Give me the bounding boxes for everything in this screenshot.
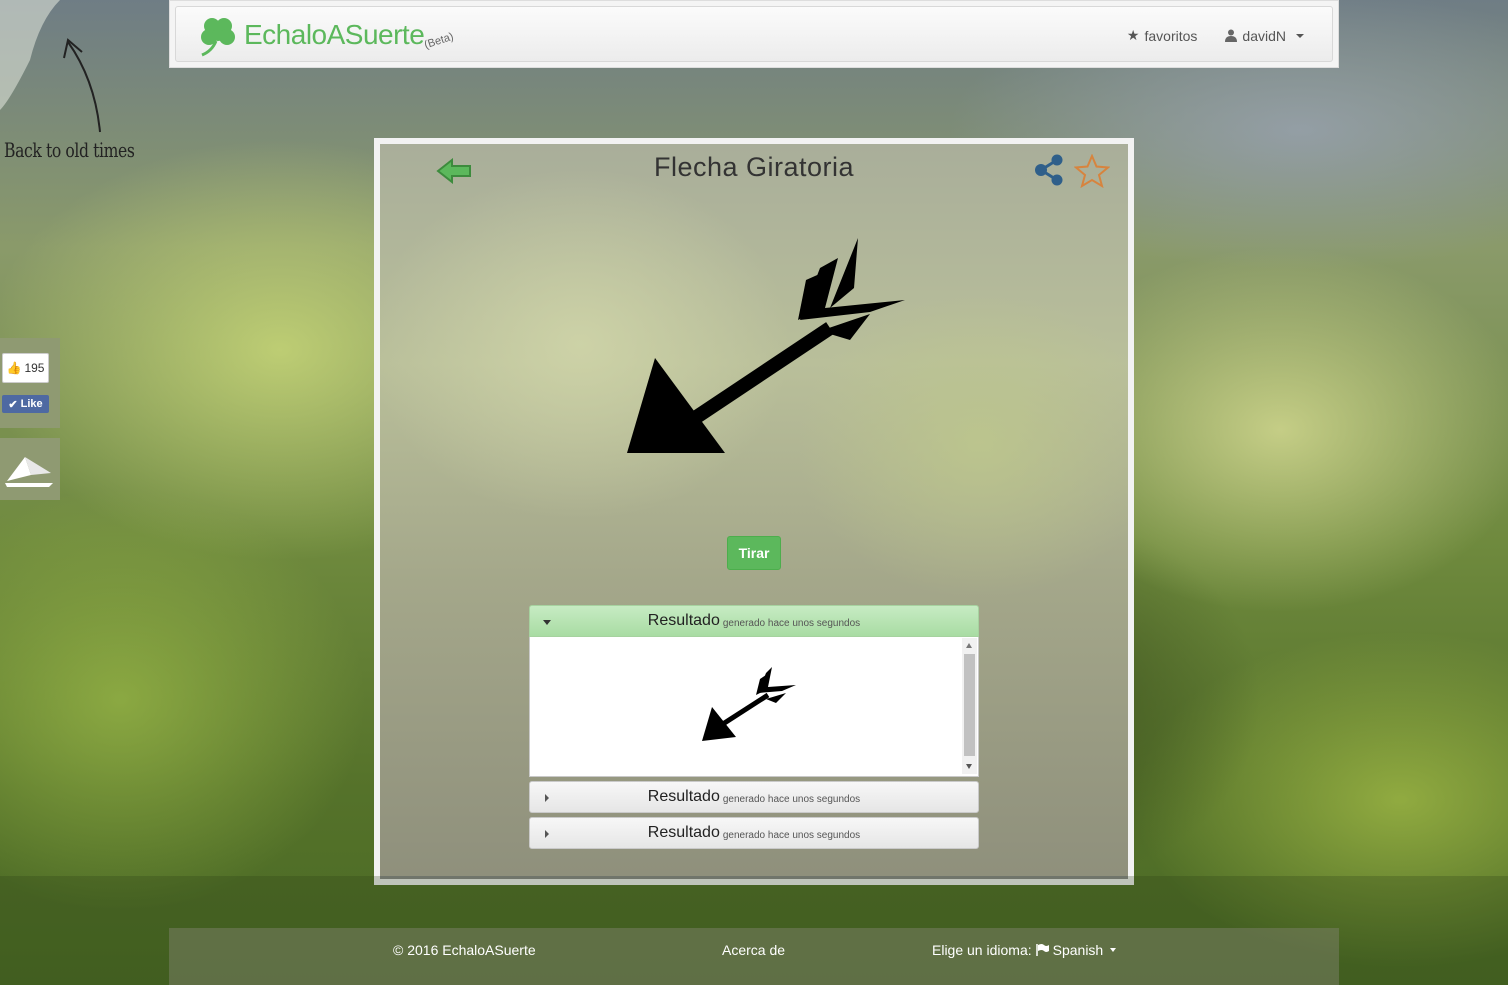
scroll-up-icon[interactable] [966,643,972,648]
user-label: davidN [1242,27,1286,44]
result-body-1 [529,637,979,777]
like-count-value: 195 [24,361,45,375]
check-icon: ✔ [8,398,18,411]
nav-right: ★ favoritos davidN [1127,27,1304,44]
share-widget[interactable] [0,438,60,500]
result-arrow-icon [702,667,796,741]
triangle-right-icon [545,830,549,838]
scroll-down-icon[interactable] [966,764,972,769]
back-times-pointer-icon [0,0,101,133]
like-label: Like [20,398,43,410]
favorites-label: favoritos [1144,27,1198,44]
draw-panel: Flecha Giratoria Tirar Resultado generad… [374,138,1134,885]
result-title: Resultado [647,824,720,841]
arrow-icon [627,238,905,453]
result-title: Resultado [647,612,720,629]
result-title: Resultado [647,788,720,805]
result-scrollbar[interactable] [962,638,977,774]
triangle-right-icon [545,794,549,802]
share-button[interactable] [1032,154,1066,191]
navbar-inner: EchaloASuerte (Beta) ★ favoritos davidN [175,6,1333,62]
share-icon [1035,154,1063,186]
user-icon [1225,29,1238,42]
draw-panel-inner: Flecha Giratoria Tirar Resultado generad… [380,144,1128,879]
favorites-link[interactable]: ★ favoritos [1127,27,1197,44]
scroll-thumb[interactable] [964,654,975,756]
footer: © 2016 EchaloASuerte Acerca de Elige un … [169,928,1339,985]
thumbs-up-icon: 👍 [6,361,22,375]
result-header-3[interactable]: Resultado generado hace unos segundos [529,817,979,849]
language-dropdown[interactable]: Spanish [1035,942,1117,958]
facebook-like-widget: 👍 195 ✔ Like [0,338,60,428]
favorite-star-icon [1073,153,1111,189]
result-timestamp: generado hace unos segundos [722,829,861,841]
results-accordion: Resultado generado hace unos segundos Re… [529,605,979,853]
like-count: 👍 195 [2,353,49,383]
page-title: Flecha Giratoria [653,152,855,182]
copyright: © 2016 EchaloASuerte [393,942,536,958]
paper-plane-icon [5,457,53,487]
back-to-old-times-link[interactable]: Back to old times [4,138,135,162]
triangle-down-icon [543,620,551,625]
brand-name: EchaloASuerte [244,19,425,50]
flag-icon [1035,944,1049,956]
chevron-down-icon [1110,948,1117,952]
clover-icon [201,18,235,57]
language-prompt: Elige un idioma: [932,942,1032,958]
like-button[interactable]: ✔ Like [2,395,49,413]
beta-label: (Beta) [422,30,456,52]
language-selector: Elige un idioma: Spanish [932,942,1117,958]
star-icon: ★ [1126,27,1140,43]
favorite-button[interactable] [1073,153,1111,193]
user-menu[interactable]: davidN [1225,27,1304,44]
brand-link[interactable]: EchaloASuerte [196,13,425,57]
language-value: Spanish [1052,942,1104,958]
about-link[interactable]: Acerca de [722,942,785,958]
result-timestamp: generado hace unos segundos [722,617,861,629]
result-timestamp: generado hace unos segundos [722,793,861,805]
toss-button[interactable]: Tirar [727,536,781,570]
chevron-down-icon [1296,33,1304,38]
navbar: EchaloASuerte (Beta) ★ favoritos davidN [169,0,1339,68]
result-header-1[interactable]: Resultado generado hace unos segundos [529,605,979,637]
result-header-2[interactable]: Resultado generado hace unos segundos [529,781,979,813]
